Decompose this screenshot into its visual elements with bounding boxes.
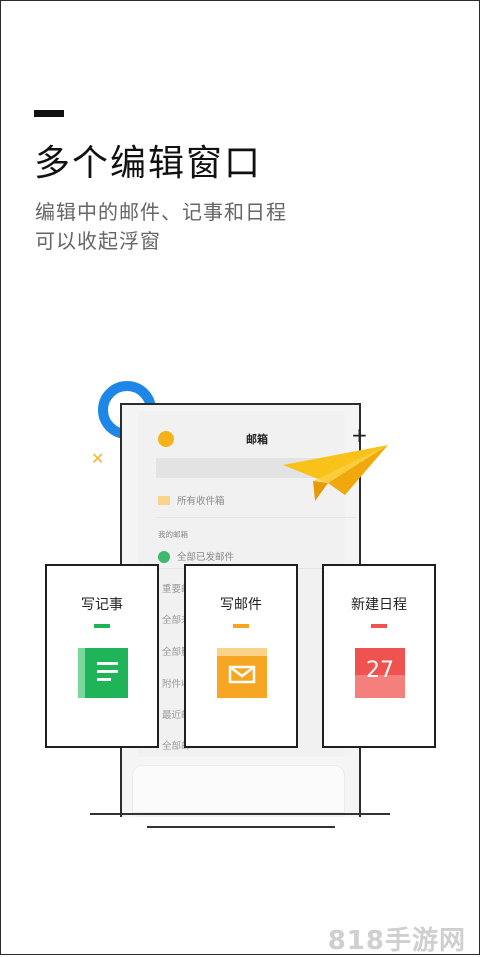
phone-bottom-panel — [124, 757, 353, 813]
base-line — [90, 813, 390, 815]
envelope-icon — [158, 496, 170, 505]
list-item-sent[interactable]: 全部已发邮件 — [158, 549, 234, 563]
list-item-inbox[interactable]: 所有收件箱 — [158, 493, 225, 507]
base-line — [147, 826, 335, 828]
cross-decoration-icon: ✕ — [91, 449, 105, 468]
mail-folder-icon — [217, 648, 267, 698]
subtitle-line-1: 编辑中的邮件、记事和日程 — [35, 200, 287, 224]
card-label: 新建日程 — [351, 597, 407, 613]
subtitle-line-2: 可以收起浮窗 — [35, 229, 161, 253]
card-new-schedule[interactable]: 新建日程 27 — [322, 564, 436, 748]
notebook-icon — [78, 648, 128, 698]
card-accent-bar — [371, 624, 387, 628]
card-accent-bar — [233, 624, 249, 628]
page-subtitle: 编辑中的邮件、记事和日程 可以收起浮窗 — [35, 198, 287, 256]
mailbox-title: 邮箱 — [246, 433, 268, 446]
card-label: 写邮件 — [220, 597, 262, 613]
divider — [156, 517, 356, 518]
section-label: 我的邮箱 — [158, 530, 188, 539]
calendar-date: 27 — [366, 658, 394, 683]
card-label: 写记事 — [81, 597, 123, 613]
avatar[interactable] — [158, 431, 174, 447]
page-title: 多个编辑窗口 — [34, 143, 263, 184]
title-accent-bar — [34, 110, 64, 117]
card-new-note[interactable]: 写记事 — [45, 564, 159, 748]
paper-plane-icon — [283, 445, 388, 501]
card-new-mail[interactable]: 写邮件 — [184, 564, 298, 748]
card-accent-bar — [94, 624, 110, 628]
watermark: 818手游网 — [327, 926, 466, 956]
send-icon — [158, 551, 170, 563]
